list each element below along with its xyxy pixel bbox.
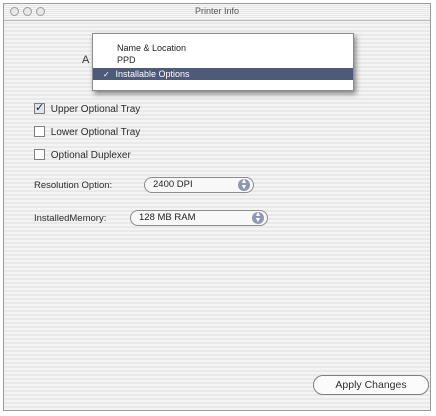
checkmark-icon: ✓: [103, 70, 110, 79]
upper-tray-label: Upper Optional Tray: [50, 104, 141, 115]
memory-label: InstalledMemory:: [34, 213, 107, 224]
upper-tray-option[interactable]: Upper Optional Tray: [34, 101, 141, 117]
upper-tray-checkbox[interactable]: [34, 101, 45, 115]
panel-popup-menu: Name & Location PPD ✓ Installable Option…: [92, 33, 354, 91]
title-bar[interactable]: Printer Info: [4, 4, 430, 21]
lower-tray-checkbox[interactable]: [34, 126, 45, 137]
resolution-label: Resolution Option:: [34, 180, 113, 191]
resolution-value: 2400 DPI: [153, 179, 193, 190]
menu-item-label: Installable Options: [115, 69, 190, 79]
menu-item-ppd[interactable]: PPD: [93, 54, 353, 66]
popup-backdrop-label: A: [82, 54, 90, 66]
duplexer-checkbox[interactable]: [34, 149, 45, 160]
lower-tray-option[interactable]: Lower Optional Tray: [34, 126, 140, 140]
duplexer-label: Optional Duplexer: [50, 150, 131, 161]
menu-item-installable-options[interactable]: ✓ Installable Options: [93, 68, 353, 80]
resolution-select[interactable]: 2400 DPI ▲ ▼: [144, 177, 254, 193]
window-title: Printer Info: [194, 6, 240, 16]
printer-info-window: Printer Info A Name & Location PPD ✓ Ins…: [3, 3, 431, 411]
menu-item-label: Name & Location: [117, 43, 187, 53]
apply-changes-button[interactable]: Apply Changes: [313, 375, 429, 395]
select-arrows-icon: ▲ ▼: [252, 211, 264, 224]
menu-item-label: PPD: [117, 55, 136, 65]
memory-select[interactable]: 128 MB RAM ▲ ▼: [130, 210, 268, 226]
duplexer-option[interactable]: Optional Duplexer: [34, 149, 131, 163]
memory-value: 128 MB RAM: [139, 212, 196, 223]
lower-tray-label: Lower Optional Tray: [50, 127, 141, 138]
select-arrows-icon: ▲ ▼: [238, 178, 250, 191]
menu-item-name-location[interactable]: Name & Location: [93, 42, 353, 54]
